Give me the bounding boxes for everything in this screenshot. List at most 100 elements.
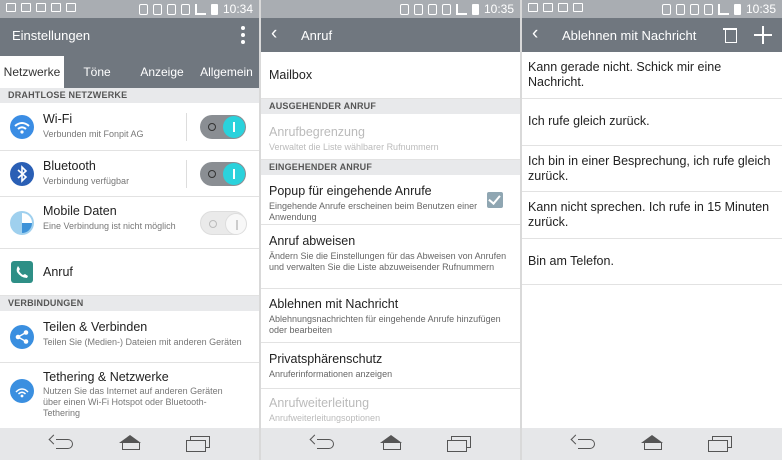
tab-display[interactable]: Anzeige xyxy=(130,52,194,88)
notification-icon xyxy=(66,3,76,12)
setting-row-tethering[interactable]: Tethering & Netzwerke Nutzen Sie das Int… xyxy=(0,363,259,428)
reject-message-screen: 10:35 ‹ Ablehnen mit Nachricht Kann gera… xyxy=(522,0,782,460)
navigation-bar xyxy=(522,428,782,460)
setting-subtitle: Verwaltet die Liste wählbarer Rufnummern xyxy=(269,142,439,152)
mailbox-row[interactable]: Mailbox xyxy=(261,52,520,99)
setting-title: Bluetooth xyxy=(43,159,96,173)
navigation-bar xyxy=(0,428,259,460)
mobile-data-icon xyxy=(10,211,34,235)
setting-title: Privatsphärenschutz xyxy=(269,352,383,366)
nfc-icon xyxy=(675,3,685,15)
mute-icon xyxy=(166,3,176,15)
add-icon[interactable] xyxy=(754,26,772,44)
section-header: VERBINDUNGEN xyxy=(0,296,259,311)
bluetooth-status-icon xyxy=(661,3,671,15)
list-item[interactable]: Bin am Telefon. xyxy=(522,239,782,285)
mute-icon xyxy=(427,3,437,15)
recent-apps-icon[interactable] xyxy=(708,436,732,452)
setting-title: Anruf abweisen xyxy=(269,234,356,248)
setting-title: Mailbox xyxy=(269,68,313,82)
battery-icon xyxy=(733,3,741,15)
call-settings-list: Mailbox AUSGEHENDER ANRUF Anrufbegrenzun… xyxy=(261,52,520,428)
setting-title: Anruf xyxy=(43,265,73,279)
divider xyxy=(186,113,187,141)
privacy-row[interactable]: Privatsphärenschutz Anruferinformationen… xyxy=(261,343,520,389)
nfc-icon xyxy=(152,3,162,15)
image-icon xyxy=(573,3,583,12)
divider xyxy=(186,160,187,188)
notification-icon xyxy=(528,3,538,12)
tab-networks[interactable]: Netzwerke xyxy=(0,52,64,88)
reject-with-message-row[interactable]: Ablehnen mit Nachricht Ablehnungsnachric… xyxy=(261,289,520,343)
image-icon xyxy=(51,3,61,12)
setting-title: Anrufbegrenzung xyxy=(269,125,365,139)
list-item[interactable]: Kann gerade nicht. Schick mir eine Nachr… xyxy=(522,52,782,99)
wifi-toggle[interactable] xyxy=(200,115,246,139)
recent-apps-icon[interactable] xyxy=(447,436,471,452)
setting-title: Teilen & Verbinden xyxy=(43,320,148,334)
message-text: Kann gerade nicht. Schick mir eine Nachr… xyxy=(528,60,722,89)
nfc-icon xyxy=(413,3,423,15)
setting-title: Ablehnen mit Nachricht xyxy=(269,297,399,311)
section-header: DRAHTLOSE NETZWERKE xyxy=(0,88,259,103)
tab-sounds[interactable]: Töne xyxy=(64,52,130,88)
setting-row-wifi[interactable]: Wi-Fi Verbunden mit Fonpit AG xyxy=(0,103,259,151)
setting-subtitle: Ändern Sie die Einstellungen für das Abw… xyxy=(269,251,507,272)
status-icons: 10:34 xyxy=(138,2,253,16)
setting-subtitle: Anruferinformationen anzeigen xyxy=(269,369,393,379)
notification-icons xyxy=(528,3,583,12)
home-icon[interactable] xyxy=(638,435,666,451)
list-item[interactable]: Ich bin in einer Besprechung, ich rufe g… xyxy=(522,146,782,192)
wifi-status-icon xyxy=(441,3,451,15)
back-arrow-icon[interactable]: ‹ xyxy=(271,24,277,44)
tab-general[interactable]: Allgemein xyxy=(194,52,259,88)
clock: 10:35 xyxy=(483,2,514,16)
setting-subtitle: Eingehende Anrufe erscheinen beim Benutz… xyxy=(269,201,478,222)
setting-title: Mobile Daten xyxy=(43,204,117,218)
setting-title: Anrufweiterleitung xyxy=(269,396,370,410)
call-restriction-row[interactable]: Anrufbegrenzung Verwaltet die Liste wähl… xyxy=(261,114,520,160)
list-item[interactable]: Ich rufe gleich zurück. xyxy=(522,99,782,146)
popup-incoming-row[interactable]: Popup für eingehende Anrufe Eingehende A… xyxy=(261,175,520,225)
battery-icon xyxy=(210,3,218,15)
setting-subtitle: Anrufweiterleitungsoptionen xyxy=(269,413,381,423)
mail-icon xyxy=(543,3,553,12)
section-header: AUSGEHENDER ANRUF xyxy=(261,99,520,114)
setting-title: Tethering & Netzwerke xyxy=(43,370,169,384)
back-arrow-icon[interactable]: ‹ xyxy=(532,24,538,44)
signal-icon xyxy=(194,3,206,15)
back-icon[interactable] xyxy=(48,436,74,450)
call-forwarding-row[interactable]: Anrufweiterleitung Anrufweiterleitungsop… xyxy=(261,389,520,428)
list-item[interactable]: Kann nicht sprechen. Ich rufe in 15 Minu… xyxy=(522,192,782,239)
recent-apps-icon[interactable] xyxy=(186,436,210,452)
back-icon[interactable] xyxy=(570,436,596,450)
setting-row-share[interactable]: Teilen & Verbinden Teilen Sie (Medien-) … xyxy=(0,311,259,363)
settings-tabs: Netzwerke Töne Anzeige Allgemein xyxy=(0,52,259,88)
bluetooth-status-icon xyxy=(138,3,148,15)
message-text: Bin am Telefon. xyxy=(528,254,614,268)
setting-row-mobile-data[interactable]: Mobile Daten Eine Verbindung ist nicht m… xyxy=(0,197,259,249)
status-icons: 10:35 xyxy=(399,2,514,16)
bluetooth-toggle[interactable] xyxy=(200,162,246,186)
mail-icon xyxy=(36,3,46,12)
setting-row-bluetooth[interactable]: Bluetooth Verbindung verfügbar xyxy=(0,151,259,197)
clock: 10:34 xyxy=(222,2,253,16)
page-title: Anruf xyxy=(301,28,333,43)
popup-checkbox[interactable] xyxy=(487,192,503,208)
home-icon[interactable] xyxy=(377,435,405,451)
reject-call-row[interactable]: Anruf abweisen Ändern Sie die Einstellun… xyxy=(261,225,520,289)
bluetooth-status-icon xyxy=(399,3,409,15)
setting-row-call[interactable]: Anruf xyxy=(0,249,259,296)
page-title: Ablehnen mit Nachricht xyxy=(562,28,697,43)
overflow-menu-icon[interactable] xyxy=(241,26,245,44)
setting-subtitle: Verbindung verfügbar xyxy=(43,176,130,186)
mobile-data-toggle[interactable] xyxy=(200,211,247,235)
home-icon[interactable] xyxy=(116,435,144,451)
setting-subtitle: Ablehnungsnachrichten für eingehende Anr… xyxy=(269,314,501,335)
trash-icon[interactable] xyxy=(723,26,737,43)
notification-icon xyxy=(6,3,16,12)
settings-screen: 10:34 Einstellungen Netzwerke Töne Anzei… xyxy=(0,0,259,460)
back-icon[interactable] xyxy=(309,436,335,450)
section-header: EINGEHENDER ANRUF xyxy=(261,160,520,175)
mail-icon xyxy=(21,3,31,12)
